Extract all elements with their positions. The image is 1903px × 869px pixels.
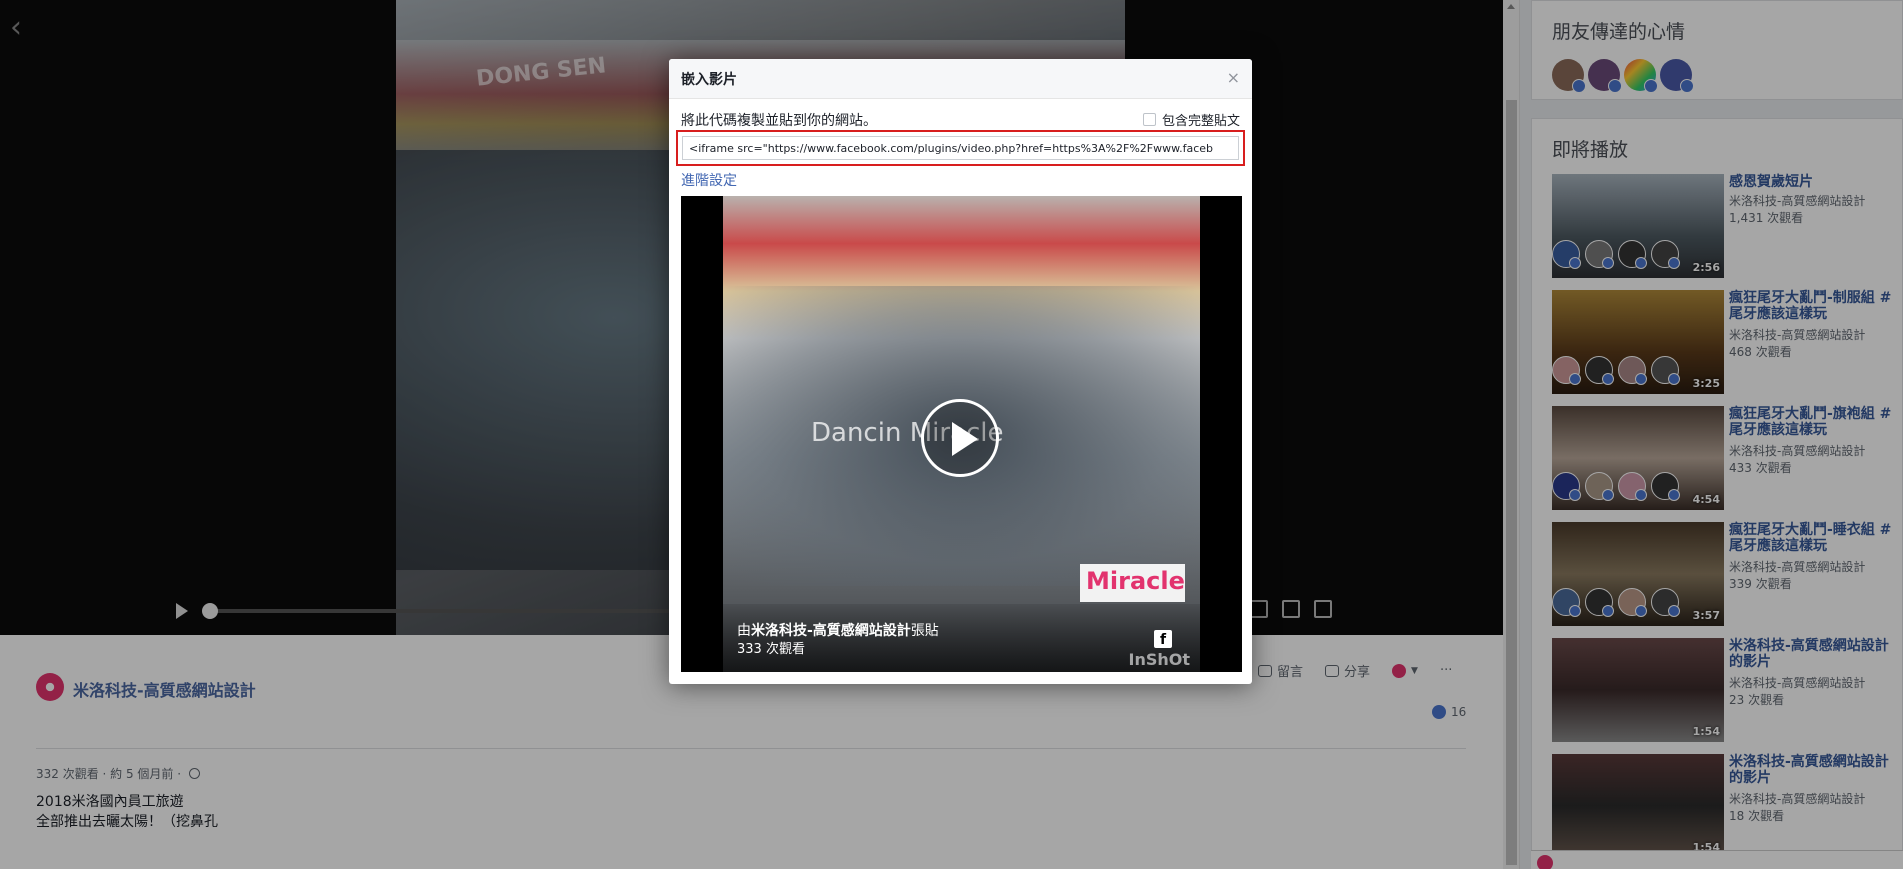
play-icon <box>952 422 978 456</box>
posted-by-prefix: 由 <box>737 623 751 639</box>
preview-views: 333 次觀看 <box>737 642 805 657</box>
include-full-post-label: 包含完整貼文 <box>1161 114 1240 129</box>
include-full-post-checkbox[interactable] <box>1142 113 1156 126</box>
posted-by: 由米洛科技-高質感網站設計張貼 <box>737 620 939 640</box>
inshot-watermark: InShOt <box>1128 650 1190 669</box>
dialog-title: 嵌入影片 <box>681 72 737 88</box>
embed-preview[interactable]: Dancin Miracle Miracle 由米洛科技-高質感網站設計張貼 3… <box>681 196 1242 672</box>
advanced-settings-link[interactable]: 進階設定 <box>681 170 737 190</box>
preview-caption-bar: 由米洛科技-高質感網站設計張貼 333 次觀看 f InShOt <box>723 604 1200 672</box>
embed-video-dialog: 嵌入影片 × 將此代碼複製並貼到你的網站。 包含完整貼文 進階設定 Dancin… <box>669 59 1252 684</box>
miracle-badge: Miracle <box>1080 564 1185 602</box>
posted-by-suffix: 張貼 <box>910 623 939 639</box>
facebook-icon[interactable]: f <box>1154 630 1172 648</box>
dialog-header: 嵌入影片 × <box>669 59 1252 99</box>
embed-code-highlight <box>676 130 1245 166</box>
posted-by-name[interactable]: 米洛科技-高質感網站設計 <box>751 623 911 639</box>
play-button[interactable] <box>921 399 999 477</box>
include-full-post-option[interactable]: 包含完整貼文 <box>1142 110 1240 129</box>
embed-code-input[interactable] <box>682 136 1239 160</box>
close-icon[interactable]: × <box>1227 68 1240 87</box>
copy-instruction: 將此代碼複製並貼到你的網站。 <box>681 113 877 129</box>
